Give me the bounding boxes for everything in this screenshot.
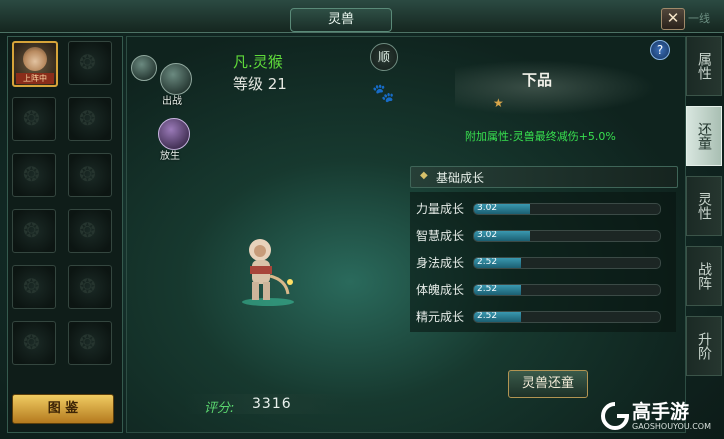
score-value: 3316	[252, 396, 292, 412]
watermark-sub: GAOSHOUYOU.COM	[632, 422, 712, 431]
pet-level: 等级 21	[233, 75, 287, 93]
release-icon[interactable]	[158, 118, 190, 150]
empty-slot-icon: ❂	[23, 106, 40, 130]
pet-slot[interactable]: ❂	[12, 97, 56, 141]
pet-slot[interactable]: ❂	[12, 321, 56, 365]
pet-slot[interactable]: ❂	[12, 265, 56, 309]
empty-slot-icon: ❂	[79, 274, 96, 298]
watermark-main: 高手游	[632, 401, 690, 423]
growth-header-label: 基础成长	[436, 171, 485, 185]
tab-2[interactable]: 灵性	[686, 176, 722, 236]
growth-stat-row: 精元成长 2.52	[416, 308, 666, 324]
tab-4[interactable]: 升阶	[686, 316, 722, 376]
growth-stat-row: 体魄成长 2.52	[416, 281, 666, 297]
tab-3[interactable]: 战阵	[686, 246, 722, 306]
stat-value: 2.52	[477, 311, 498, 321]
logo-icon	[601, 402, 630, 430]
spirit-beast-window: 灵兽 ✕ 一线 上阵中 ❂ ❂ ❂ ❂ ❂ ❂ ❂ ❂ ❂ ❂ ❂ 图 鉴 出战 放生 凡.灵猴 等级…	[0, 0, 724, 439]
growth-stat-row: 身法成长 2.52	[416, 254, 666, 270]
bullet-icon: ◆	[420, 170, 428, 181]
stat-value: 2.52	[477, 257, 498, 267]
pet-slot[interactable]: ❂	[68, 265, 112, 309]
pet-slot[interactable]: ❂	[68, 153, 112, 197]
stat-label: 智慧成长	[416, 229, 465, 243]
watermark-logo: 高手游 GAOSHOUYOU.COM	[598, 395, 724, 439]
right-tab-bar: 属性还童灵性战阵升阶	[686, 36, 722, 431]
tab-1[interactable]: 还童	[686, 106, 722, 166]
stat-label: 精元成长	[416, 310, 465, 324]
stat-bar: 2.52	[473, 311, 661, 323]
empty-slot-icon: ❂	[23, 330, 40, 354]
fight-label: 出战	[162, 96, 182, 107]
stat-value: 3.02	[477, 203, 498, 213]
growth-stat-row: 智慧成长 3.02	[416, 227, 666, 243]
active-slot-badge: 上阵中	[16, 73, 54, 84]
stat-label: 体魄成长	[416, 283, 465, 297]
pet-model	[242, 239, 294, 306]
growth-stat-row: 力量成长 3.02	[416, 200, 666, 216]
pet-slot-active[interactable]: 上阵中	[12, 41, 58, 87]
window-title: 灵兽	[290, 8, 392, 32]
pet-portrait-icon	[131, 55, 157, 81]
fight-icon[interactable]	[160, 63, 192, 95]
disposition-badge: 顺	[370, 43, 398, 71]
stat-bar: 3.02	[473, 230, 661, 242]
stat-bar: 3.02	[473, 203, 661, 215]
empty-slot-icon: ❂	[79, 162, 96, 186]
tab-0[interactable]: 属性	[686, 36, 722, 96]
empty-slot-icon: ❂	[79, 218, 96, 242]
stat-bar: 2.52	[473, 257, 661, 269]
stat-label: 身法成长	[416, 256, 465, 270]
stat-bar: 2.52	[473, 284, 661, 296]
pet-slot[interactable]: ❂	[68, 41, 112, 85]
empty-slot-icon: ❂	[79, 50, 96, 74]
restore-youth-button[interactable]: 灵兽还童	[508, 370, 588, 398]
pet-slot[interactable]: ❂	[12, 209, 56, 253]
empty-slot-icon: ❂	[23, 218, 40, 242]
empty-slot-icon: ❂	[79, 106, 96, 130]
stat-value: 2.52	[477, 284, 498, 294]
growth-section-header: ◆ 基础成长	[410, 166, 678, 188]
pet-avatar	[23, 47, 47, 71]
extra-attribute: 附加属性:灵兽最终减伤+5.0%	[465, 130, 616, 143]
help-icon[interactable]: ?	[650, 40, 670, 60]
pet-name: 凡.灵猴	[233, 53, 283, 71]
title-bar: 灵兽 ✕ 一线	[0, 0, 724, 33]
star-icon: ★	[493, 96, 504, 110]
corner-label: 一线	[688, 12, 710, 25]
empty-slot-icon: ❂	[23, 274, 40, 298]
empty-slot-icon: ❂	[79, 330, 96, 354]
paw-icon: 🐾	[372, 83, 395, 104]
stat-value: 3.02	[477, 230, 498, 240]
score-label: 评分:	[204, 401, 235, 416]
stat-label: 力量成长	[416, 202, 465, 216]
release-label: 放生	[160, 151, 180, 162]
pet-slot[interactable]: ❂	[68, 97, 112, 141]
grade-panel	[455, 60, 655, 115]
pet-slot[interactable]: ❂	[12, 153, 56, 197]
empty-slot-icon: ❂	[23, 162, 40, 186]
pet-slot[interactable]: ❂	[68, 209, 112, 253]
pet-guide-button[interactable]: 图 鉴	[12, 394, 114, 424]
close-button[interactable]: ✕	[661, 8, 685, 30]
pet-slot[interactable]: ❂	[68, 321, 112, 365]
pet-grade: 下品	[522, 71, 553, 89]
